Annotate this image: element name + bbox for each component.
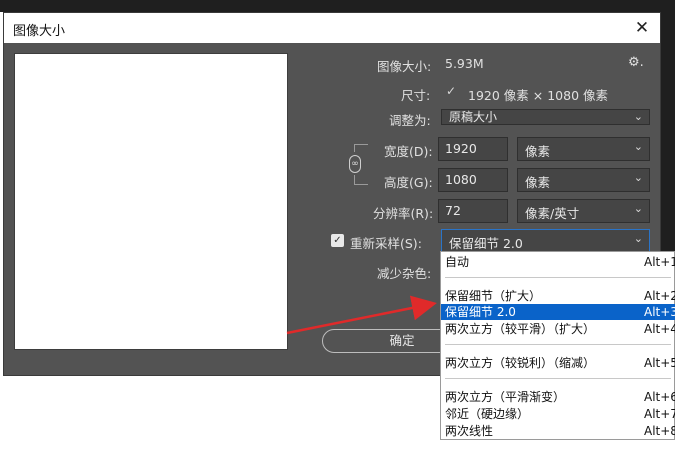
dropdown-item-shortcut: Alt+3 [644,305,675,319]
dropdown-item-bicubic-smooth-gradients[interactable]: 两次立方（平滑渐变） Alt+6 [441,389,675,405]
dropdown-item-bicubic-smoother[interactable]: 两次立方（较平滑）（扩大） Alt+4 [441,321,675,337]
resample-dropdown-menu: 自动 Alt+1 保留细节（扩大） Alt+2 保留细节 2.0 Alt+3 两… [440,251,675,440]
dropdown-separator [445,277,671,278]
dropdown-item-label: 邻近（硬边缘） [445,407,530,421]
width-label: 宽度(D): [384,144,433,159]
dropdown-item-shortcut: Alt+7 [644,407,675,421]
height-unit-value: 像素 [525,175,551,190]
chevron-down-icon: ⌄ [633,110,643,123]
dialog-title: 图像大小 [13,24,66,39]
image-size-value: 5.93M [445,56,484,71]
dropdown-item-preserve-details-enlarge[interactable]: 保留细节（扩大） Alt+2 [441,288,675,304]
resample-select[interactable]: 保留细节 2.0 ⌄ [441,229,650,253]
dropdown-item-shortcut: Alt+6 [644,390,675,404]
height-label: 高度(G): [384,175,433,190]
image-preview[interactable] [14,53,288,350]
chevron-down-icon: ⌄ [633,140,643,153]
chevron-down-icon: ⌄ [633,232,643,245]
width-unit-select[interactable]: 像素 ⌄ [517,137,650,161]
dropdown-item-bilinear[interactable]: 两次线性 Alt+8 [441,423,675,439]
title-bar: 图像大小 ✕ [4,13,660,43]
dimensions-value: 1920 像素 × 1080 像素 [468,88,608,103]
dropdown-item-label: 自动 [445,255,470,269]
adjust-to-value: 原稿大小 [449,110,498,124]
width-unit-value: 像素 [525,144,551,159]
chevron-down-icon: ⌄ [633,202,643,215]
dropdown-item-auto[interactable]: 自动 Alt+1 [441,254,675,270]
adjust-to-label: 调整为: [389,113,431,128]
link-bracket-top [354,144,368,152]
link-bracket-bottom [354,175,368,185]
dropdown-item-label: 两次线性 [445,424,494,438]
resample-label: 重新采样(S): [350,236,422,251]
dimensions-label: 尺寸: [401,88,431,103]
dropdown-item-shortcut: Alt+4 [644,322,675,336]
link-icon[interactable]: ∞ [349,155,361,173]
width-input[interactable]: 1920 [438,137,508,161]
dropdown-separator [445,344,671,345]
reduce-noise-label: 减少杂色: [377,266,432,281]
dropdown-item-shortcut: Alt+8 [644,424,675,438]
dropdown-item-bicubic-sharper[interactable]: 两次立方（较锐利）（缩减） Alt+5 [441,355,675,371]
resolution-label: 分辨率(R): [373,206,434,221]
height-input[interactable]: 1080 [438,168,508,192]
dropdown-item-nearest-neighbor[interactable]: 邻近（硬边缘） Alt+7 [441,406,675,422]
resolution-unit-value: 像素/英寸 [525,206,580,221]
resample-value: 保留细节 2.0 [449,236,523,251]
height-unit-select[interactable]: 像素 ⌄ [517,168,650,192]
dropdown-item-preserve-details-2[interactable]: 保留细节 2.0 Alt+3 [441,304,675,320]
dropdown-separator [445,378,671,379]
dropdown-item-shortcut: Alt+5 [644,356,675,370]
dropdown-item-label: 两次立方（较平滑）（扩大） [445,322,596,336]
dimensions-toggle-icon[interactable]: ✓ [446,85,459,98]
image-size-label: 图像大小: [377,59,432,74]
dropdown-item-label: 保留细节 2.0 [445,305,516,319]
dropdown-item-label: 两次立方（较锐利）（缩减） [445,356,596,370]
dropdown-item-label: 保留细节（扩大） [445,289,542,303]
chevron-down-icon: ⌄ [633,171,643,184]
dropdown-item-shortcut: Alt+2 [644,289,675,303]
dropdown-item-shortcut: Alt+1 [644,255,675,269]
close-icon[interactable]: ✕ [630,16,654,40]
gear-icon[interactable]: ⚙. [628,55,644,70]
app-background-top [0,0,675,12]
adjust-to-select[interactable]: 原稿大小 ⌄ [441,109,650,125]
resample-checkbox[interactable]: ✓ [331,234,344,247]
resolution-unit-select[interactable]: 像素/英寸 ⌄ [517,199,650,223]
dropdown-item-label: 两次立方（平滑渐变） [445,390,566,404]
resolution-input[interactable]: 72 [438,199,508,223]
